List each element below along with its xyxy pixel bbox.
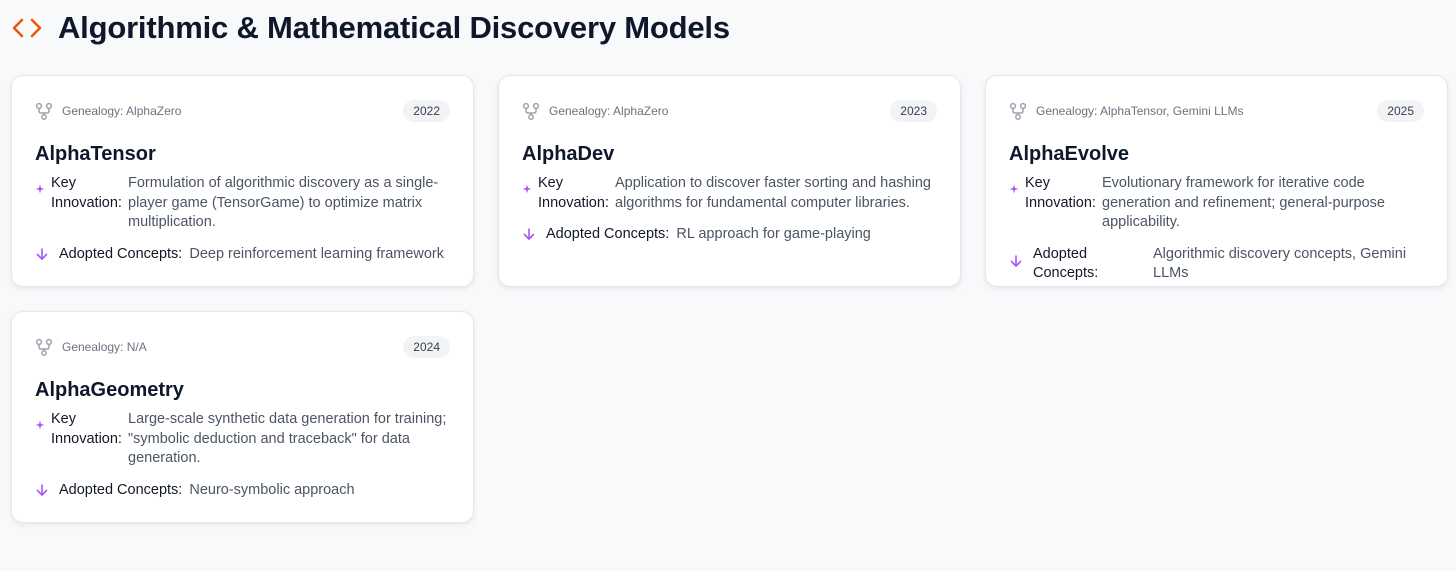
model-name: AlphaTensor [35, 143, 156, 165]
adopted-concepts-row: Adopted Concepts: RL approach for game-p… [522, 225, 937, 245]
year-badge: 2022 [403, 100, 450, 122]
code-brackets-icon [12, 17, 42, 39]
page-title: Algorithmic & Mathematical Discovery Mod… [58, 10, 730, 45]
model-name: AlphaEvolve [1009, 143, 1130, 165]
model-card-alphatensor: Genealogy: AlphaZero 2022 AlphaTensor Ke… [11, 75, 474, 287]
model-card-alphadev: Genealogy: AlphaZero 2023 AlphaDev Key I… [498, 75, 961, 287]
key-innovation-text: Evolutionary framework for iterative cod… [1102, 175, 1385, 230]
adopted-concepts-text: RL approach for game-playing [676, 226, 871, 242]
key-innovation-text: Formulation of algorithmic discovery as … [128, 175, 439, 230]
sparkle-icon [35, 420, 51, 430]
adopted-concepts-text: Deep reinforcement learning framework [189, 245, 445, 262]
card-header: Genealogy: AlphaZero 2023 [522, 100, 937, 122]
card-header: Genealogy: AlphaTensor, Gemini LLMs 2025 [1009, 100, 1424, 122]
key-innovation-row: Key Innovation: Formulation of algorithm… [35, 174, 450, 233]
genealogy-icon [522, 102, 540, 120]
adopted-concepts-label: Adopted Concepts: [546, 226, 670, 242]
page-header: Algorithmic & Mathematical Discovery Mod… [12, 8, 730, 48]
key-innovation-label: Key Innovation: [1025, 175, 1096, 211]
key-innovation-label: Key Innovation: [51, 411, 122, 447]
arrow-down-icon [1009, 254, 1025, 268]
adopted-concepts-text: Algorithmic discovery concepts, Gemini L… [1153, 245, 1407, 282]
adopted-concepts-label: Adopted Concepts: [1033, 245, 1099, 282]
sparkle-icon [35, 184, 51, 194]
sparkle-icon [522, 184, 538, 194]
genealogy-text: Genealogy: AlphaZero [549, 104, 669, 118]
genealogy-text: Genealogy: AlphaTensor, Gemini LLMs [1036, 104, 1244, 118]
genealogy: Genealogy: AlphaZero [522, 102, 668, 120]
key-innovation-text: Application to discover faster sorting a… [615, 175, 931, 211]
genealogy: Genealogy: AlphaZero [35, 102, 181, 120]
key-innovation-row: Key Innovation: Large-scale synthetic da… [35, 410, 450, 469]
model-name: AlphaDev [522, 143, 615, 165]
year-badge: 2023 [890, 100, 937, 122]
card-header: Genealogy: N/A 2024 [35, 336, 450, 358]
arrow-down-icon [35, 247, 51, 261]
sparkle-icon [1009, 184, 1025, 194]
adopted-concepts-label: Adopted Concepts: [59, 481, 183, 498]
model-card-alphaevolve: Genealogy: AlphaTensor, Gemini LLMs 2025… [985, 75, 1448, 287]
key-innovation-label: Key Innovation: [51, 175, 122, 211]
genealogy-icon [1009, 102, 1027, 120]
model-name: AlphaGeometry [35, 379, 184, 401]
model-cards-grid: Genealogy: AlphaZero 2022 AlphaTensor Ke… [11, 75, 1448, 523]
adopted-concepts-row: Adopted Concepts: Algorithmic discovery … [1009, 245, 1424, 284]
genealogy-text: Genealogy: AlphaZero [62, 104, 182, 118]
adopted-concepts-text: Neuro-symbolic approach [189, 481, 355, 498]
adopted-concepts-row: Adopted Concepts: Neuro-symbolic approac… [35, 481, 450, 501]
key-innovation-row: Key Innovation: Evolutionary framework f… [1009, 174, 1424, 233]
key-innovation-label: Key Innovation: [538, 175, 609, 211]
genealogy: Genealogy: AlphaTensor, Gemini LLMs [1009, 102, 1243, 120]
adopted-concepts-label: Adopted Concepts: [59, 245, 183, 262]
year-badge: 2024 [403, 336, 450, 358]
genealogy: Genealogy: N/A [35, 338, 147, 356]
card-header: Genealogy: AlphaZero 2022 [35, 100, 450, 122]
genealogy-icon [35, 338, 53, 356]
genealogy-icon [35, 102, 53, 120]
key-innovation-row: Key Innovation: Application to discover … [522, 174, 937, 213]
arrow-down-icon [35, 483, 51, 497]
arrow-down-icon [522, 227, 538, 241]
year-badge: 2025 [1377, 100, 1424, 122]
key-innovation-text: Large-scale synthetic data generation fo… [128, 411, 447, 466]
model-card-alphageometry: Genealogy: N/A 2024 AlphaGeometry Key In… [11, 311, 474, 523]
genealogy-text: Genealogy: N/A [62, 340, 147, 354]
adopted-concepts-row: Adopted Concepts: Deep reinforcement lea… [35, 245, 450, 265]
